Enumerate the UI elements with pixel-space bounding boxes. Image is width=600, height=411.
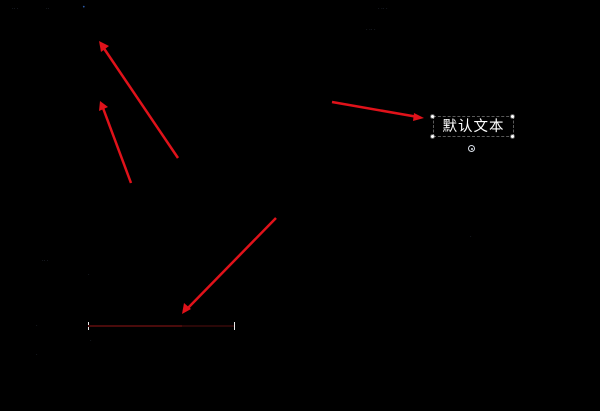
arrow-to-toolbar [99,41,180,159]
arrow-to-slider [182,217,277,314]
arrow-to-panel [99,101,133,184]
annotation-arrows [99,41,424,314]
arrow-to-text-object [331,100,424,121]
